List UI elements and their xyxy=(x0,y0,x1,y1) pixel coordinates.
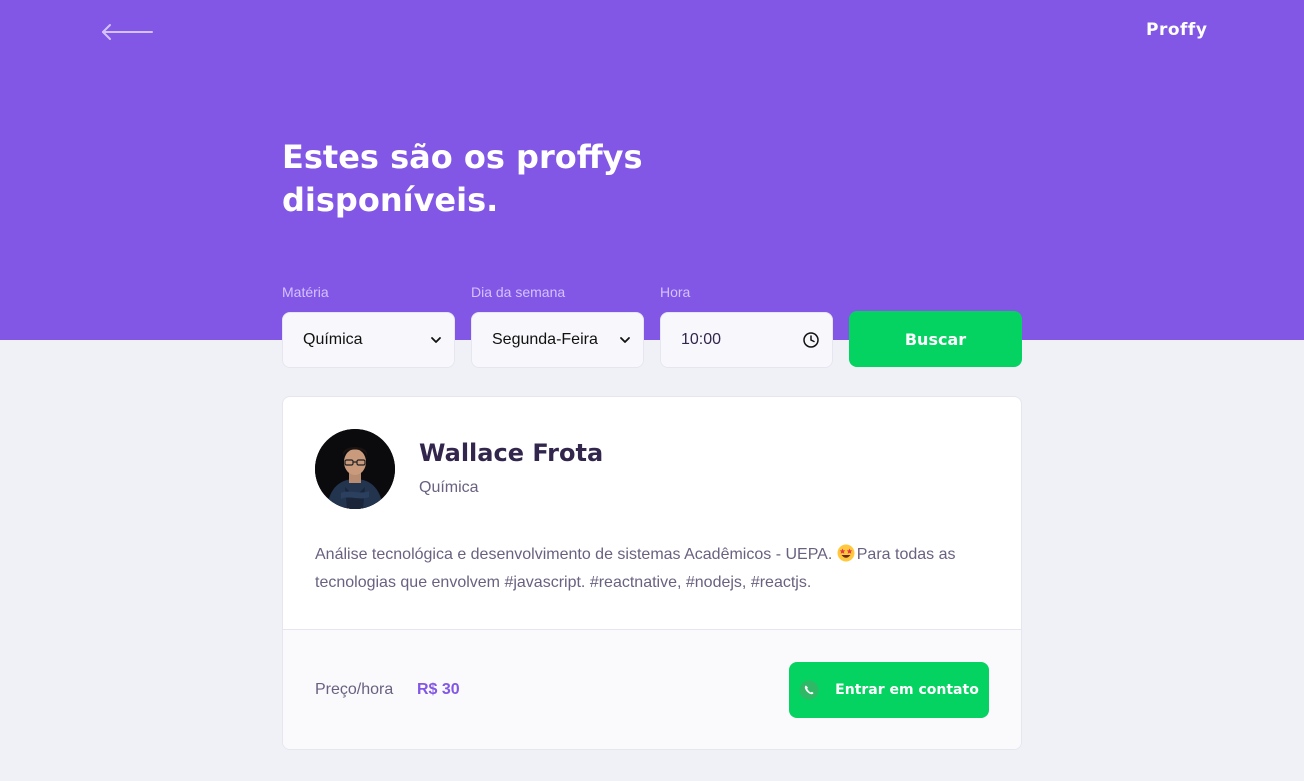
page-header: Proffy Estes são os proffys disponíveis.… xyxy=(0,0,1304,368)
price-value: R$ 30 xyxy=(417,681,460,698)
subject-label: Matéria xyxy=(282,284,329,300)
page-title: Estes são os proffys disponíveis. xyxy=(282,138,643,219)
teacher-avatar xyxy=(315,429,395,509)
teacher-card: Wallace Frota Química Análise tecnológic… xyxy=(282,396,1022,750)
star-struck-emoji-icon xyxy=(837,544,855,562)
week-day-select-value: Segunda-Feira xyxy=(492,331,598,348)
teacher-card-footer: Preço/hora R$ 30 Entrar em contato xyxy=(283,629,1021,749)
teacher-bio: Análise tecnológica e desenvolvimento de… xyxy=(315,541,995,597)
subject-select[interactable]: Química xyxy=(282,312,455,368)
contact-button-label: Entrar em contato xyxy=(835,682,979,698)
time-label: Hora xyxy=(660,284,691,300)
arrow-left-icon xyxy=(102,24,153,40)
subject-field: Matéria Química xyxy=(282,282,455,368)
avatar-image xyxy=(315,429,395,509)
time-input-value: 10:00 xyxy=(681,331,722,348)
search-teachers-form: Matéria Química Dia da semana Segunda-Fe… xyxy=(282,282,1022,368)
time-field: Hora 10:00 xyxy=(660,282,833,368)
bio-text-start: Análise tecnológica e desenvolvimento de… xyxy=(315,546,833,563)
week-day-field: Dia da semana Segunda-Feira xyxy=(471,282,644,368)
week-day-select[interactable]: Segunda-Feira xyxy=(471,312,644,368)
chevron-down-icon xyxy=(431,337,441,343)
contact-button[interactable]: Entrar em contato xyxy=(789,662,989,718)
logo: Proffy xyxy=(1146,20,1208,40)
search-button[interactable]: Buscar xyxy=(849,311,1022,367)
time-input[interactable]: 10:00 xyxy=(660,312,833,368)
whatsapp-icon xyxy=(799,680,819,700)
subject-select-value: Química xyxy=(303,331,363,348)
clock-icon[interactable] xyxy=(802,331,820,349)
price-label: Preço/hora xyxy=(315,681,394,698)
back-button[interactable] xyxy=(100,22,154,42)
chevron-down-icon xyxy=(620,337,630,343)
week-day-label: Dia da semana xyxy=(471,284,566,300)
teacher-name: Wallace Frota xyxy=(419,439,604,467)
teacher-subject: Química xyxy=(419,479,479,496)
